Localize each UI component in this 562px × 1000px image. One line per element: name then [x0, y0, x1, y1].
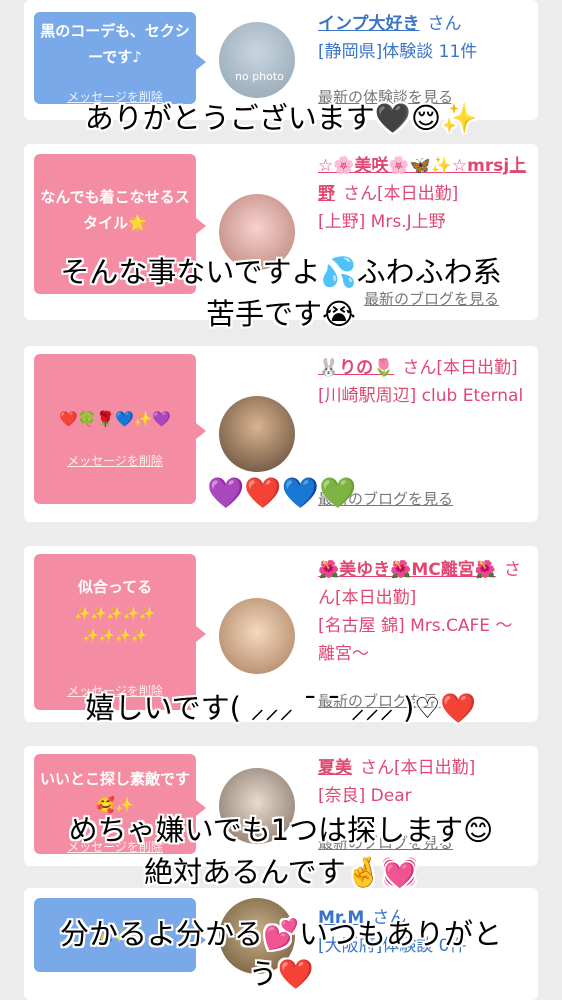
user-name-link[interactable]: 🐰りの🌷	[318, 358, 394, 378]
honorific: さん[本日出勤]	[402, 358, 518, 378]
caption-overlay: そんな事ないですよ💦ふわふわ系	[60, 255, 502, 289]
avatar[interactable]	[219, 598, 295, 674]
profile-detail: [静岡県]体験談 11件	[318, 42, 478, 62]
message-text: 似合ってる	[77, 578, 153, 596]
message-card: いいとこ探し素敵です🥰✨ メッセージを削除 夏美 さん[本日出勤] [奈良] De…	[24, 746, 538, 866]
avatar[interactable]	[219, 396, 295, 472]
profile-detail: [名古屋 錦] Mrs.CAFE 〜離宮〜	[318, 616, 513, 664]
no-photo-label: no photo	[235, 70, 284, 83]
message-bubble: ❤️🍀🌹💙✨💜 メッセージを削除	[34, 354, 206, 504]
user-name-link[interactable]: 夏美	[318, 758, 352, 778]
profile-detail: [上野] Mrs.J上野	[318, 212, 446, 232]
sparkle-emojis: ✨✨✨✨✨ ✨✨✨✨	[74, 607, 156, 644]
delete-message-link[interactable]: メッセージを削除	[34, 448, 196, 474]
honorific: さん	[427, 14, 462, 34]
honorific: さん[本日出勤]	[343, 184, 459, 204]
profile-info: 🌺美ゆき🌺MC離宮🌺 さん[本日出勤] [名古屋 錦] Mrs.CAFE 〜離宮〜	[318, 556, 528, 668]
profile-detail: [奈良] Dear	[318, 786, 412, 806]
message-text: ❤️🍀🌹💙✨💜	[58, 410, 172, 428]
message-text: 黒のコーデも、セクシーです♪	[40, 22, 190, 66]
caption-overlay: 嬉しいです( ⸝⸝⸝ ¯ ¯ ⸝⸝⸝ )♡❤️	[85, 691, 477, 725]
message-card: なんでも着こなせるスタイル🌟 ☆🌸美咲🌸🦋✨☆mrsj上野 さん[本日出勤] [上…	[24, 144, 538, 320]
caption-overlay: う❤️	[248, 957, 314, 991]
profile-info: インプ大好き さん [静岡県]体験談 11件	[318, 10, 528, 66]
caption-overlay: 絶対あるんです🤞💓	[144, 855, 418, 889]
profile-detail: [川崎駅周辺] club Eternal	[318, 386, 524, 406]
honorific: さん[本日出勤]	[360, 758, 476, 778]
hearts-emoji-overlay: 💜❤️💙💚	[207, 476, 357, 511]
message-bubble: 似合ってる ✨✨✨✨✨ ✨✨✨✨ メッセージを削除	[34, 554, 206, 710]
avatar[interactable]: no photo	[219, 22, 295, 98]
caption-overlay: ありがとうございます🖤😌✨	[84, 101, 478, 135]
profile-info: ☆🌸美咲🌸🦋✨☆mrsj上野 さん[本日出勤] [上野] Mrs.J上野	[318, 152, 528, 236]
message-bubble: 黒のコーデも、セクシーです♪ メッセージを削除	[34, 12, 206, 104]
user-name-link[interactable]: インプ大好き	[318, 14, 420, 34]
caption-overlay: 苦手です😭	[206, 297, 356, 331]
message-text: なんでも着こなせるスタイル🌟	[40, 188, 190, 232]
profile-info: 🐰りの🌷 さん[本日出勤] [川崎駅周辺] club Eternal	[318, 354, 528, 410]
profile-info: 夏美 さん[本日出勤] [奈良] Dear	[318, 754, 528, 810]
message-text: いいとこ探し素敵です🥰✨	[40, 770, 191, 814]
caption-overlay: めちゃ嫌いでも1つは探します😊	[68, 813, 494, 847]
caption-overlay: 分かるよ分かる💕いつもありがと	[59, 917, 503, 951]
user-name-link[interactable]: 🌺美ゆき🌺MC離宮🌺	[318, 560, 496, 580]
